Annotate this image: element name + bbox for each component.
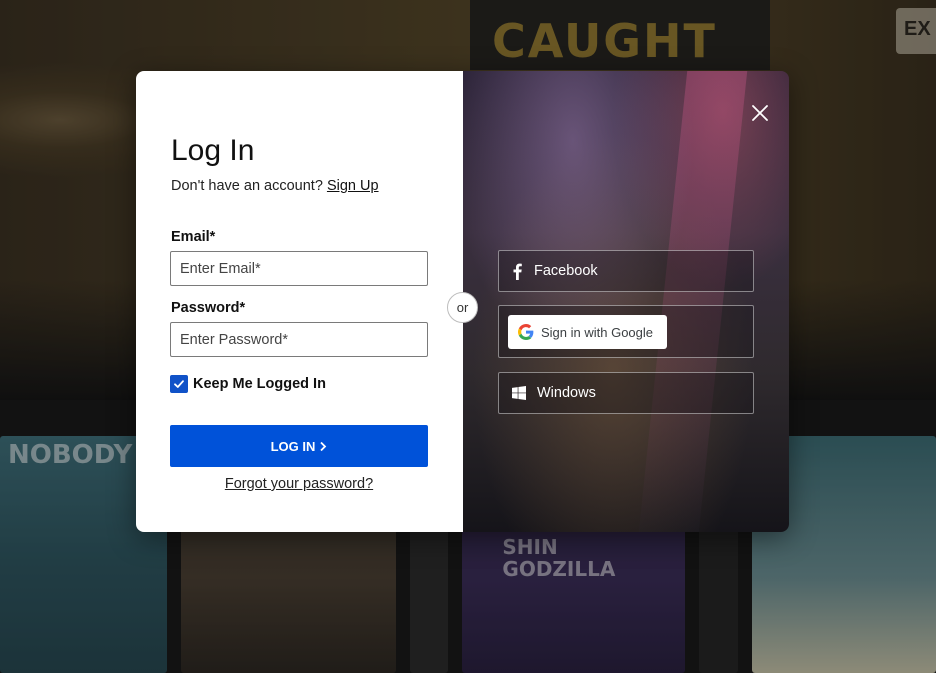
close-button[interactable] — [750, 103, 770, 123]
page-title: Log In — [171, 134, 255, 167]
email-field[interactable] — [170, 251, 428, 286]
forgot-password-link[interactable]: Forgot your password? — [170, 476, 428, 492]
signup-prompt-row: Don't have an account? Sign Up — [171, 178, 379, 194]
facebook-icon — [513, 263, 522, 280]
keep-logged-in-label: Keep Me Logged In — [193, 376, 326, 392]
google-signin-button[interactable]: Sign in with Google — [508, 315, 667, 349]
login-form-panel: Log In Don't have an account? Sign Up Em… — [136, 71, 463, 532]
email-label: Email* — [171, 229, 216, 245]
or-divider: or — [447, 292, 478, 323]
password-field[interactable] — [170, 322, 428, 357]
chevron-right-icon — [320, 441, 327, 451]
login-button-label: LOG IN — [270, 438, 316, 454]
panel-artwork — [638, 71, 748, 532]
signup-link[interactable]: Sign Up — [327, 178, 379, 194]
google-label: Sign in with Google — [541, 324, 654, 340]
google-login-container: Sign in with Google — [498, 305, 754, 358]
login-modal: Log In Don't have an account? Sign Up Em… — [136, 71, 789, 532]
windows-icon — [512, 386, 526, 400]
windows-label: Windows — [537, 385, 596, 401]
password-label: Password* — [171, 300, 246, 316]
check-icon — [174, 380, 184, 388]
facebook-label: Facebook — [534, 263, 598, 279]
google-icon — [518, 324, 534, 340]
signup-prompt: Don't have an account? — [171, 178, 323, 194]
login-button[interactable]: LOG IN — [170, 425, 428, 467]
facebook-login-button[interactable]: Facebook — [498, 250, 754, 292]
keep-logged-in-checkbox[interactable] — [170, 375, 188, 393]
keep-logged-in-row[interactable]: Keep Me Logged In — [170, 375, 326, 393]
windows-login-button[interactable]: Windows — [498, 372, 754, 414]
social-login-panel: Facebook Sign in with Google Windows — [463, 71, 789, 532]
close-icon — [752, 105, 768, 121]
